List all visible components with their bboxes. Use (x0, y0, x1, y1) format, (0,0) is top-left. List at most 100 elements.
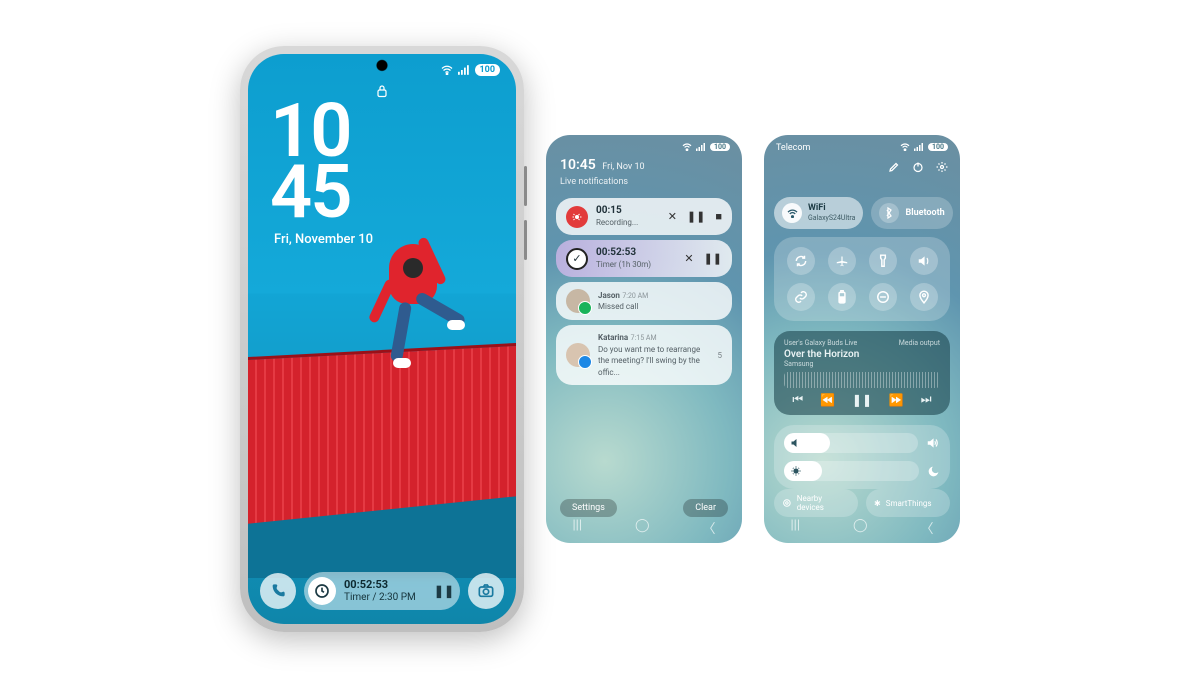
smartthings-button[interactable]: ✱ SmartThings (866, 489, 950, 517)
timer-sub: Timer / 2:30 PM (344, 592, 416, 603)
link-tile[interactable] (787, 283, 815, 311)
slider-panel (774, 425, 950, 489)
lock-icon (376, 84, 388, 98)
cast-icon (782, 498, 792, 508)
avatar (566, 343, 590, 367)
nav-bar: ||| ◯ 〈 (764, 518, 960, 537)
camera-button[interactable] (468, 573, 504, 609)
lock-dock: 00:52:53 Timer / 2:30 PM ❚❚ (260, 572, 504, 610)
clear-button[interactable]: Clear (683, 499, 728, 517)
notif-count: 5 (718, 351, 723, 360)
carrier-label: Telecom (776, 143, 810, 153)
settings-button[interactable]: Settings (560, 499, 617, 517)
signal-icon (458, 65, 470, 75)
lock-date: Fri, November 10 (274, 232, 373, 247)
notif-time: 7:20 AM (622, 292, 648, 300)
phone-icon (270, 583, 286, 599)
rotate-tile[interactable] (787, 247, 815, 275)
pause-icon[interactable]: ❚❚ (434, 584, 454, 598)
media-device: User's Galaxy Buds Live (784, 339, 857, 347)
close-icon[interactable]: ✕ (668, 210, 677, 223)
pause-icon[interactable]: ❚❚ (704, 252, 722, 265)
wifi-tile[interactable]: WiFiGalaxyS24Ultra (774, 197, 863, 229)
next-track-icon[interactable]: ⏭ (921, 392, 932, 407)
wifi-icon (900, 143, 910, 151)
tile-label: Bluetooth (905, 208, 944, 218)
wifi-icon (682, 143, 692, 151)
home-button[interactable]: ◯ (635, 518, 650, 537)
smartthings-icon: ✱ (874, 499, 881, 508)
recents-button[interactable]: ||| (572, 518, 582, 537)
clock-minutes: 45 (270, 163, 351, 224)
airplane-tile[interactable] (828, 247, 856, 275)
avatar (566, 289, 590, 313)
timer-time: 00:52:53 (596, 247, 676, 259)
bluetooth-tile[interactable]: Bluetooth (871, 197, 952, 229)
forward-icon[interactable]: ⏩ (889, 393, 904, 407)
media-output[interactable]: Media output (899, 339, 940, 347)
close-icon[interactable]: ✕ (684, 252, 693, 265)
phone-button[interactable] (260, 573, 296, 609)
battery-pill: 100 (710, 143, 730, 151)
battery-pill: 100 (475, 64, 501, 76)
camera-icon (478, 584, 494, 598)
signal-icon (696, 143, 706, 151)
nav-bar: ||| ◯ 〈 (546, 518, 742, 537)
qs-grid (774, 237, 950, 321)
timer-label: Timer (1h 30m) (596, 260, 651, 269)
wallpaper-person (371, 236, 461, 406)
back-button[interactable]: 〈 (920, 518, 933, 537)
signal-icon (914, 143, 924, 151)
timer-widget[interactable]: 00:52:53 Timer / 2:30 PM ❚❚ (304, 572, 460, 610)
recents-button[interactable]: ||| (790, 518, 800, 537)
location-tile[interactable] (910, 283, 938, 311)
media-artist: Samsung (784, 360, 940, 368)
bluetooth-icon (879, 203, 899, 223)
tile-label: WiFi (808, 203, 855, 213)
shade-time: 10:45 (560, 157, 596, 173)
nearby-devices-button[interactable]: Nearby devices (774, 489, 858, 517)
prev-track-icon[interactable]: ⏮ (792, 392, 803, 407)
rewind-icon[interactable]: ⏪ (820, 393, 835, 407)
waveform[interactable] (784, 372, 940, 388)
battery-pill: 100 (928, 143, 948, 151)
lock-clock: 10 45 (270, 102, 351, 223)
volume-slider[interactable] (784, 433, 940, 453)
gear-icon[interactable] (936, 161, 948, 173)
section-label: Live notifications (546, 175, 742, 193)
phone-mockup: 100 10 45 Fri, November 10 00:52:53 Time… (240, 46, 524, 632)
volume-icon (926, 437, 940, 449)
lock-screen: 100 10 45 Fri, November 10 00:52:53 Time… (248, 54, 516, 624)
back-button[interactable]: 〈 (702, 518, 715, 537)
pause-icon[interactable]: ❚❚ (687, 210, 705, 223)
dnd-tile[interactable] (869, 283, 897, 311)
power-icon[interactable] (912, 161, 924, 173)
rec-time: 00:15 (596, 205, 660, 217)
flashlight-tile[interactable] (869, 247, 897, 275)
wifi-icon (782, 203, 802, 223)
clock-icon (308, 577, 336, 605)
media-title: Over the Horizon (784, 349, 940, 360)
notification-shade: 100 10:45 Fri, Nov 10 Live notifications… (546, 135, 742, 543)
battery-tile[interactable] (828, 283, 856, 311)
record-icon (566, 206, 588, 228)
media-card[interactable]: User's Galaxy Buds Live Media output Ove… (774, 331, 950, 415)
tile-sub: GalaxyS24Ultra (808, 214, 855, 222)
brightness-low-icon (790, 465, 802, 477)
pause-icon[interactable]: ❚❚ (852, 393, 872, 407)
home-button[interactable]: ◯ (853, 518, 868, 537)
edit-icon[interactable] (888, 161, 900, 173)
recording-card[interactable]: 00:15 Recording... ✕ ❚❚ ■ (556, 198, 732, 235)
quick-panel: Telecom 100 WiFiGalaxyS24Ultra Bluetooth (764, 135, 960, 543)
brightness-slider[interactable] (784, 461, 940, 481)
sound-tile[interactable] (910, 247, 938, 275)
moon-icon (927, 465, 940, 478)
notif-time: 7:15 AM (631, 334, 657, 342)
message-card[interactable]: Katarina 7:15 AM Do you want me to rearr… (556, 325, 732, 385)
timer-card[interactable]: ✓ 00:52:53 Timer (1h 30m) ✕ ❚❚ (556, 240, 732, 277)
contact-name: Jason (598, 291, 620, 300)
contact-name: Katarina (598, 333, 628, 342)
stop-icon[interactable]: ■ (715, 210, 722, 223)
timer-value: 00:52:53 (344, 579, 416, 591)
missed-call-card[interactable]: Jason 7:20 AM Missed call (556, 282, 732, 320)
